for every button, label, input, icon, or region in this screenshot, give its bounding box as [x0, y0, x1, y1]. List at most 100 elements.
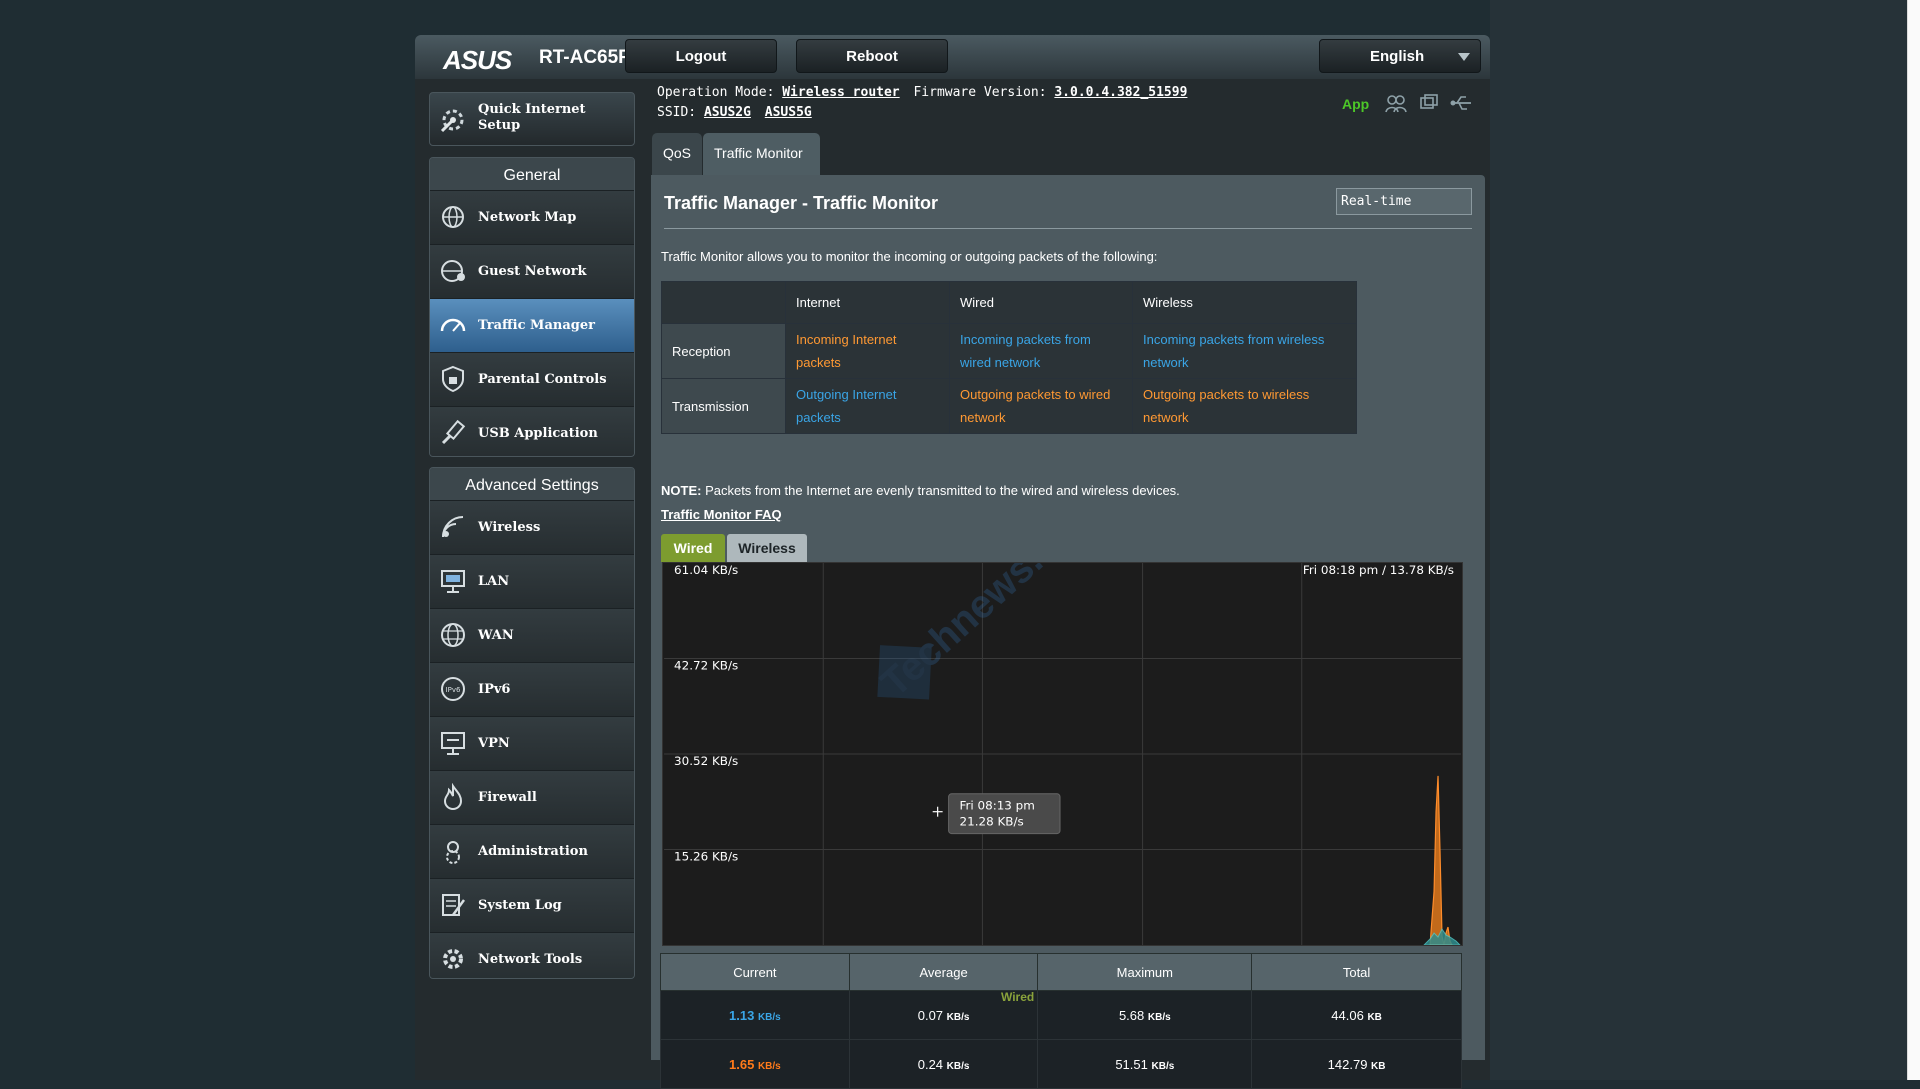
ssid-line: SSID: ASUS2G ASUS5G [657, 105, 812, 120]
stat-unit: KB [1367, 1011, 1382, 1023]
stats-series-label: Wired [1001, 990, 1035, 1004]
operation-mode-line: Operation Mode: Wireless router Firmware… [657, 85, 1187, 100]
traffic-stats-table: Current Average Maximum Total 1.13 KB/s … [660, 953, 1462, 1089]
flame-icon [443, 783, 463, 811]
ipv6-globe-icon: IPv6 [441, 677, 465, 701]
sidebar-item-firewall[interactable]: Firewall [430, 771, 634, 825]
sidebar-item-network-map[interactable]: Network Map [430, 191, 634, 245]
sidebar-item-wan[interactable]: WAN [430, 609, 634, 663]
language-value: English [1370, 48, 1425, 65]
tab-qos[interactable]: QoS [652, 133, 702, 177]
stat-unit: KB/s [946, 1060, 970, 1072]
transmission-series-line [1423, 928, 1461, 945]
background-right [1490, 0, 1920, 1080]
stat-value: 1.65 [729, 1056, 755, 1072]
sidebar-item-label: Administration [478, 844, 588, 859]
sidebar-item-vpn[interactable]: VPN [430, 717, 634, 771]
table-header-cell: Internet [785, 281, 950, 324]
asus-logo: ASUS [443, 45, 512, 75]
page-title: Traffic Manager - Traffic Monitor [664, 193, 939, 213]
sidebar-item-label: WAN [478, 628, 514, 643]
globe-network-icon [442, 206, 464, 228]
sidebar-item-label: LAN [478, 574, 510, 589]
stat-value: 1.13 [729, 1007, 755, 1023]
ssid-2g-link[interactable]: ASUS2G [704, 105, 751, 120]
stat-unit: KB [1371, 1060, 1386, 1072]
stats-cell-total: 142.79 KB [1251, 1039, 1462, 1089]
general-menu-title: General [430, 158, 634, 191]
operation-mode-link[interactable]: Wireless router [782, 85, 899, 100]
sidebar-item-guest-network[interactable]: Guest Network [430, 245, 634, 299]
quick-internet-setup-button[interactable]: Quick Internet Setup [429, 92, 635, 146]
sidebar-item-parental-controls[interactable]: Parental Controls [430, 353, 634, 407]
sidebar-item-lan[interactable]: LAN [430, 555, 634, 609]
stat-value: 51.51 [1115, 1056, 1148, 1072]
stat-unit: KB/s [946, 1011, 970, 1023]
logout-button[interactable]: Logout [625, 39, 777, 73]
app-link[interactable]: App [1342, 96, 1369, 112]
stats-header-cell: Average [848, 953, 1039, 991]
reboot-button[interactable]: Reboot [796, 39, 948, 73]
stat-value: 5.68 [1118, 1007, 1145, 1023]
watermark: Technews.tw [873, 562, 1085, 705]
title-divider [664, 228, 1472, 229]
stats-cell-maximum: 5.68 KB/s [1037, 990, 1253, 1040]
main-panel: Traffic Manager - Traffic Monitor Real-t… [651, 175, 1485, 1089]
usb-icon [441, 419, 466, 445]
devices-icon[interactable] [1419, 93, 1439, 113]
sidebar-item-traffic-manager[interactable]: Traffic Manager [430, 299, 634, 353]
clients-icon[interactable] [1385, 94, 1407, 114]
graph-tab-wired[interactable]: Wired [661, 534, 725, 562]
traffic-graph[interactable]: Technews.tw 61.04 KB/s 42.72 KB/s 30.52 … [662, 562, 1463, 946]
graph-tab-wireless[interactable]: Wireless [727, 534, 807, 562]
top-banner: ASUS RT-AC65P Logout Reboot English [415, 35, 1490, 79]
stats-cell-current: 1.13 KB/s [660, 990, 850, 1040]
wand-icon [440, 109, 464, 133]
admin-gear-icon [446, 841, 460, 864]
table-cell: Outgoing Internet packets [785, 378, 950, 434]
stat-unit: KB/s [1151, 1060, 1175, 1072]
stat-unit: KB/s [757, 1011, 781, 1023]
guest-globe-icon [441, 260, 465, 282]
sidebar-item-usb-application[interactable]: USB Application [430, 407, 634, 456]
graph-grid [664, 563, 1461, 945]
tab-traffic-monitor[interactable]: Traffic Monitor [703, 133, 820, 177]
sidebar-item-label: Wireless [478, 520, 541, 535]
speedometer-icon [440, 318, 466, 332]
sidebar-item-ipv6[interactable]: IPv6 IPv6 [430, 663, 634, 717]
stats-cell-average: 0.24 KB/s [848, 1039, 1039, 1089]
operation-mode-label: Operation Mode: [657, 85, 775, 100]
sidebar-item-label: Firewall [478, 790, 537, 805]
sidebar-item-label: Traffic Manager [478, 318, 595, 333]
sidebar-item-label: Network Tools [478, 952, 583, 967]
vpn-monitor-icon [441, 732, 465, 755]
note-text: NOTE: Packets from the Internet are even… [661, 483, 1180, 498]
sidebar-item-wireless[interactable]: Wireless [430, 501, 634, 555]
svg-text:IPv6: IPv6 [446, 686, 461, 694]
y-axis-label: 61.04 KB/s [674, 563, 738, 577]
table-cell: Outgoing packets to wireless network [1132, 378, 1357, 434]
chevron-down-icon [1458, 53, 1470, 61]
monitor-mode-select[interactable]: Real-time [1336, 188, 1472, 215]
language-select[interactable]: English [1319, 39, 1481, 73]
general-menu: General Network Map Guest Network Traffi… [429, 157, 635, 457]
table-cell: Outgoing packets to wired network [949, 378, 1133, 434]
y-axis-label: 30.52 KB/s [674, 754, 738, 768]
page-scrollbar[interactable] [1907, 0, 1920, 1080]
sidebar-item-network-tools[interactable]: Network Tools [430, 933, 634, 978]
svg-text:Technews.tw: Technews.tw [873, 562, 1085, 705]
sidebar-item-label: VPN [478, 736, 510, 751]
ssid-5g-link[interactable]: ASUS5G [765, 105, 812, 120]
table-cell: Incoming packets from wired network [949, 323, 1133, 379]
shield-lock-icon [442, 365, 464, 393]
sidebar-item-administration[interactable]: Administration [430, 825, 634, 879]
monitor-lan-icon [441, 570, 465, 593]
usb-status-icon[interactable] [1449, 94, 1473, 112]
firmware-label: Firmware Version: [913, 85, 1047, 100]
sidebar-item-system-log[interactable]: System Log [430, 879, 634, 933]
sidebar-item-label: IPv6 [478, 682, 511, 697]
traffic-types-table: Internet Wired Wireless Reception Incomi… [661, 281, 1357, 434]
firmware-link[interactable]: 3.0.0.4.382_51599 [1054, 85, 1187, 100]
stats-header-cell: Maximum [1037, 953, 1253, 991]
faq-link[interactable]: Traffic Monitor FAQ [661, 507, 782, 522]
